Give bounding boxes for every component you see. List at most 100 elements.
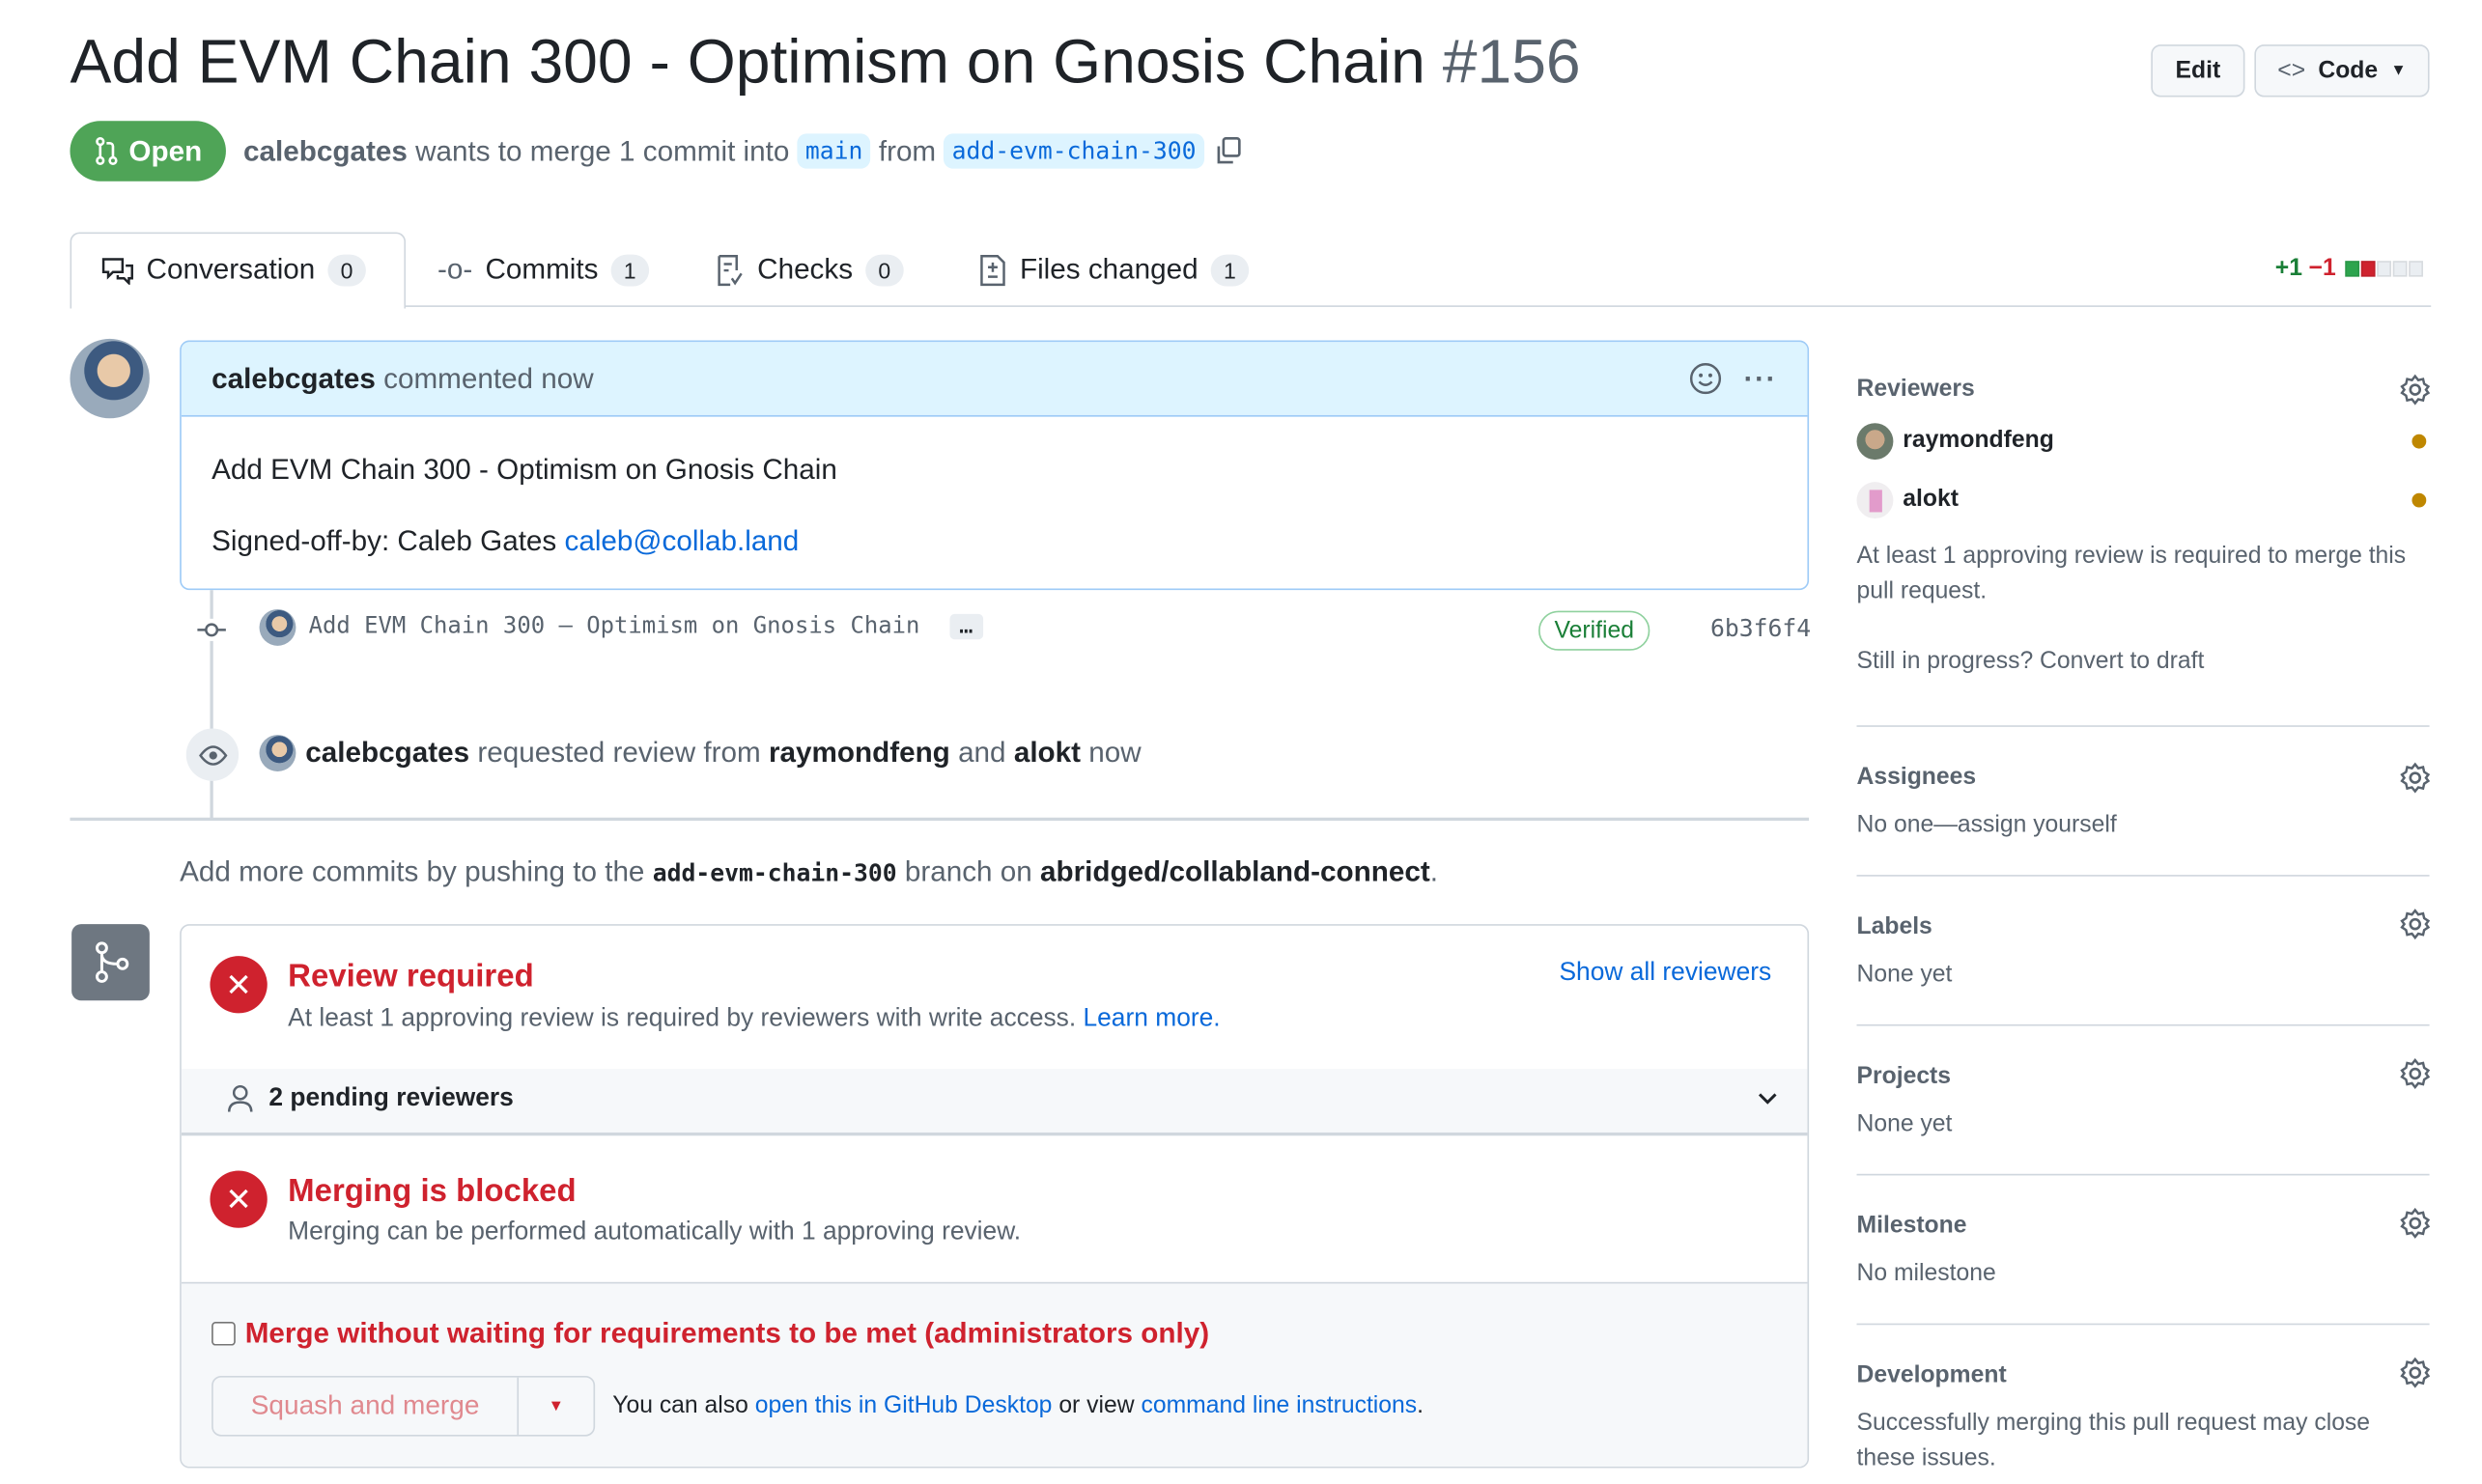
signed-off-line: Signed-off-by: Caleb Gates caleb@collab.… xyxy=(212,523,1777,558)
gear-icon[interactable] xyxy=(2399,1058,2431,1090)
pending-reviewers-toggle[interactable]: 2 pending reviewers xyxy=(227,1084,1779,1114)
git-commit-icon xyxy=(197,618,226,641)
labels-heading[interactable]: Labels xyxy=(1857,913,1932,940)
diffstat-blocks xyxy=(2345,260,2424,276)
hint-text: You can also xyxy=(612,1391,748,1419)
pending-label: 2 pending reviewers xyxy=(268,1084,514,1112)
reviewer-link[interactable]: alokt xyxy=(1014,737,1081,769)
diffstat-block-removed xyxy=(2361,260,2376,276)
tab-files-changed[interactable]: Files changed 1 xyxy=(978,233,1250,307)
tab-bar-border xyxy=(70,305,2432,307)
github-desktop-link[interactable]: open this in GitHub Desktop xyxy=(755,1391,1053,1418)
sidebar-divider xyxy=(1856,725,2430,727)
gear-icon[interactable] xyxy=(2399,1207,2431,1239)
sidebar-divider xyxy=(1856,875,2430,877)
diffstat-block-added xyxy=(2345,260,2360,276)
smiley-icon[interactable] xyxy=(1688,361,1723,396)
diffstat-block-neutral xyxy=(2409,260,2424,276)
email-link[interactable]: caleb@collab.land xyxy=(565,525,800,557)
eye-icon xyxy=(185,728,240,781)
checklist-icon xyxy=(718,254,743,286)
squash-and-merge-button[interactable]: Squash and merge xyxy=(213,1377,520,1435)
gear-icon[interactable] xyxy=(2399,374,2431,406)
reviewer-avatar[interactable] xyxy=(1856,423,1894,461)
verified-badge[interactable]: Verified xyxy=(1538,610,1650,651)
code-icon: <> xyxy=(2277,57,2306,85)
convert-to-draft-link[interactable]: Still in progress? Convert to draft xyxy=(1857,644,2430,679)
requester-avatar[interactable] xyxy=(259,735,296,771)
base-branch[interactable]: main xyxy=(797,133,871,169)
command-line-link[interactable]: command line instructions xyxy=(1141,1391,1417,1418)
edit-button[interactable]: Edit xyxy=(2151,44,2245,98)
file-diff-icon xyxy=(980,254,1005,286)
commit-author-avatar[interactable] xyxy=(259,608,296,646)
git-merge-icon xyxy=(71,924,150,1001)
gear-icon[interactable] xyxy=(2399,1357,2431,1388)
projects-value: None yet xyxy=(1856,1109,1953,1137)
tab-label: Commits xyxy=(485,252,599,285)
reviewer-avatar[interactable] xyxy=(1856,482,1894,519)
reviewers-heading[interactable]: Reviewers xyxy=(1857,376,1975,403)
assignees-value[interactable]: No one—assign yourself xyxy=(1857,808,2430,843)
gear-icon[interactable] xyxy=(2399,909,2431,940)
squash-merge-group: Squash and merge ▼ xyxy=(212,1376,596,1437)
admin-merge-checkbox-row[interactable]: Merge without waiting for requirements t… xyxy=(212,1317,1209,1351)
status-label: Open xyxy=(128,134,203,167)
tab-checks[interactable]: Checks 0 xyxy=(716,233,904,307)
author-avatar[interactable] xyxy=(70,338,150,419)
labels-value: None yet xyxy=(1856,961,1953,989)
reviewer-link[interactable]: raymondfeng xyxy=(769,737,950,769)
hint-text: . xyxy=(1417,1391,1424,1419)
status-badge: Open xyxy=(70,121,226,182)
from-text: from xyxy=(878,134,937,167)
comment-discussion-icon xyxy=(101,257,133,285)
tab-count: 1 xyxy=(1210,253,1250,286)
page-title: Add EVM Chain 300 - Optimism on Gnosis C… xyxy=(70,29,1580,98)
milestone-heading[interactable]: Milestone xyxy=(1857,1212,1967,1239)
hint-text: branch on xyxy=(904,855,1032,888)
merge-summary: calebcgates wants to merge 1 commit into… xyxy=(243,133,1244,169)
diffstat-block-neutral xyxy=(2393,260,2408,276)
hint-text: . xyxy=(1429,855,1438,888)
head-branch[interactable]: add-evm-chain-300 xyxy=(944,133,1204,169)
milestone-value: No milestone xyxy=(1856,1259,1996,1287)
tab-label: Checks xyxy=(757,252,854,285)
diffstat-block-neutral xyxy=(2377,260,2392,276)
pr-number: #156 xyxy=(1442,28,1581,98)
tab-conversation[interactable]: Conversation 0 xyxy=(101,233,366,307)
learn-more-link[interactable]: Learn more. xyxy=(1083,1005,1220,1032)
tab-count: 0 xyxy=(327,253,366,286)
event-text: and xyxy=(958,736,1006,769)
actor-link[interactable]: calebcgates xyxy=(305,737,469,769)
admin-merge-checkbox[interactable] xyxy=(212,1321,236,1346)
reviewer-name[interactable]: alokt xyxy=(1903,485,1959,512)
gear-icon[interactable] xyxy=(2399,762,2431,794)
tab-commits[interactable]: -o- Commits 1 xyxy=(437,233,649,307)
merge-method-dropdown[interactable]: ▼ xyxy=(519,1378,593,1435)
alternate-merge-hint: You can also open this in GitHub Desktop… xyxy=(612,1391,1424,1418)
comment-author[interactable]: calebcgates xyxy=(212,362,376,396)
comment-header: calebcgates commented now ··· xyxy=(181,342,1808,417)
development-heading[interactable]: Development xyxy=(1857,1361,2007,1388)
expand-commit-button[interactable]: … xyxy=(949,613,983,640)
pending-dot-icon xyxy=(2411,434,2427,449)
x-circle-icon: ✕ xyxy=(210,1170,268,1228)
git-commit-icon: -o- xyxy=(437,252,473,285)
tab-count: 0 xyxy=(865,253,904,286)
commit-sha[interactable]: 6b3f6f4 xyxy=(1710,614,1811,643)
event-time[interactable]: now xyxy=(1088,737,1141,769)
commit-message[interactable]: Add EVM Chain 300 – Optimism on Gnosis C… xyxy=(309,613,983,640)
comment-timestamp[interactable]: commented now xyxy=(383,362,594,396)
projects-heading[interactable]: Projects xyxy=(1857,1062,1952,1089)
copy-icon[interactable] xyxy=(1212,135,1244,167)
repo-link[interactable]: abridged/collabland-connect xyxy=(1040,855,1430,887)
show-all-reviewers-link[interactable]: Show all reviewers xyxy=(1559,959,1771,988)
reviewer-name[interactable]: raymondfeng xyxy=(1903,427,2054,454)
pending-dot-icon xyxy=(2411,492,2427,508)
diff-additions: +1 xyxy=(2274,254,2302,282)
assignees-heading[interactable]: Assignees xyxy=(1857,764,1977,791)
code-button[interactable]: <> Code ▼ xyxy=(2254,44,2430,98)
author-link[interactable]: calebcgates xyxy=(243,134,408,168)
kebab-horizontal-icon[interactable]: ··· xyxy=(1744,362,1778,396)
hint-text: Add more commits by pushing to the xyxy=(180,855,645,888)
